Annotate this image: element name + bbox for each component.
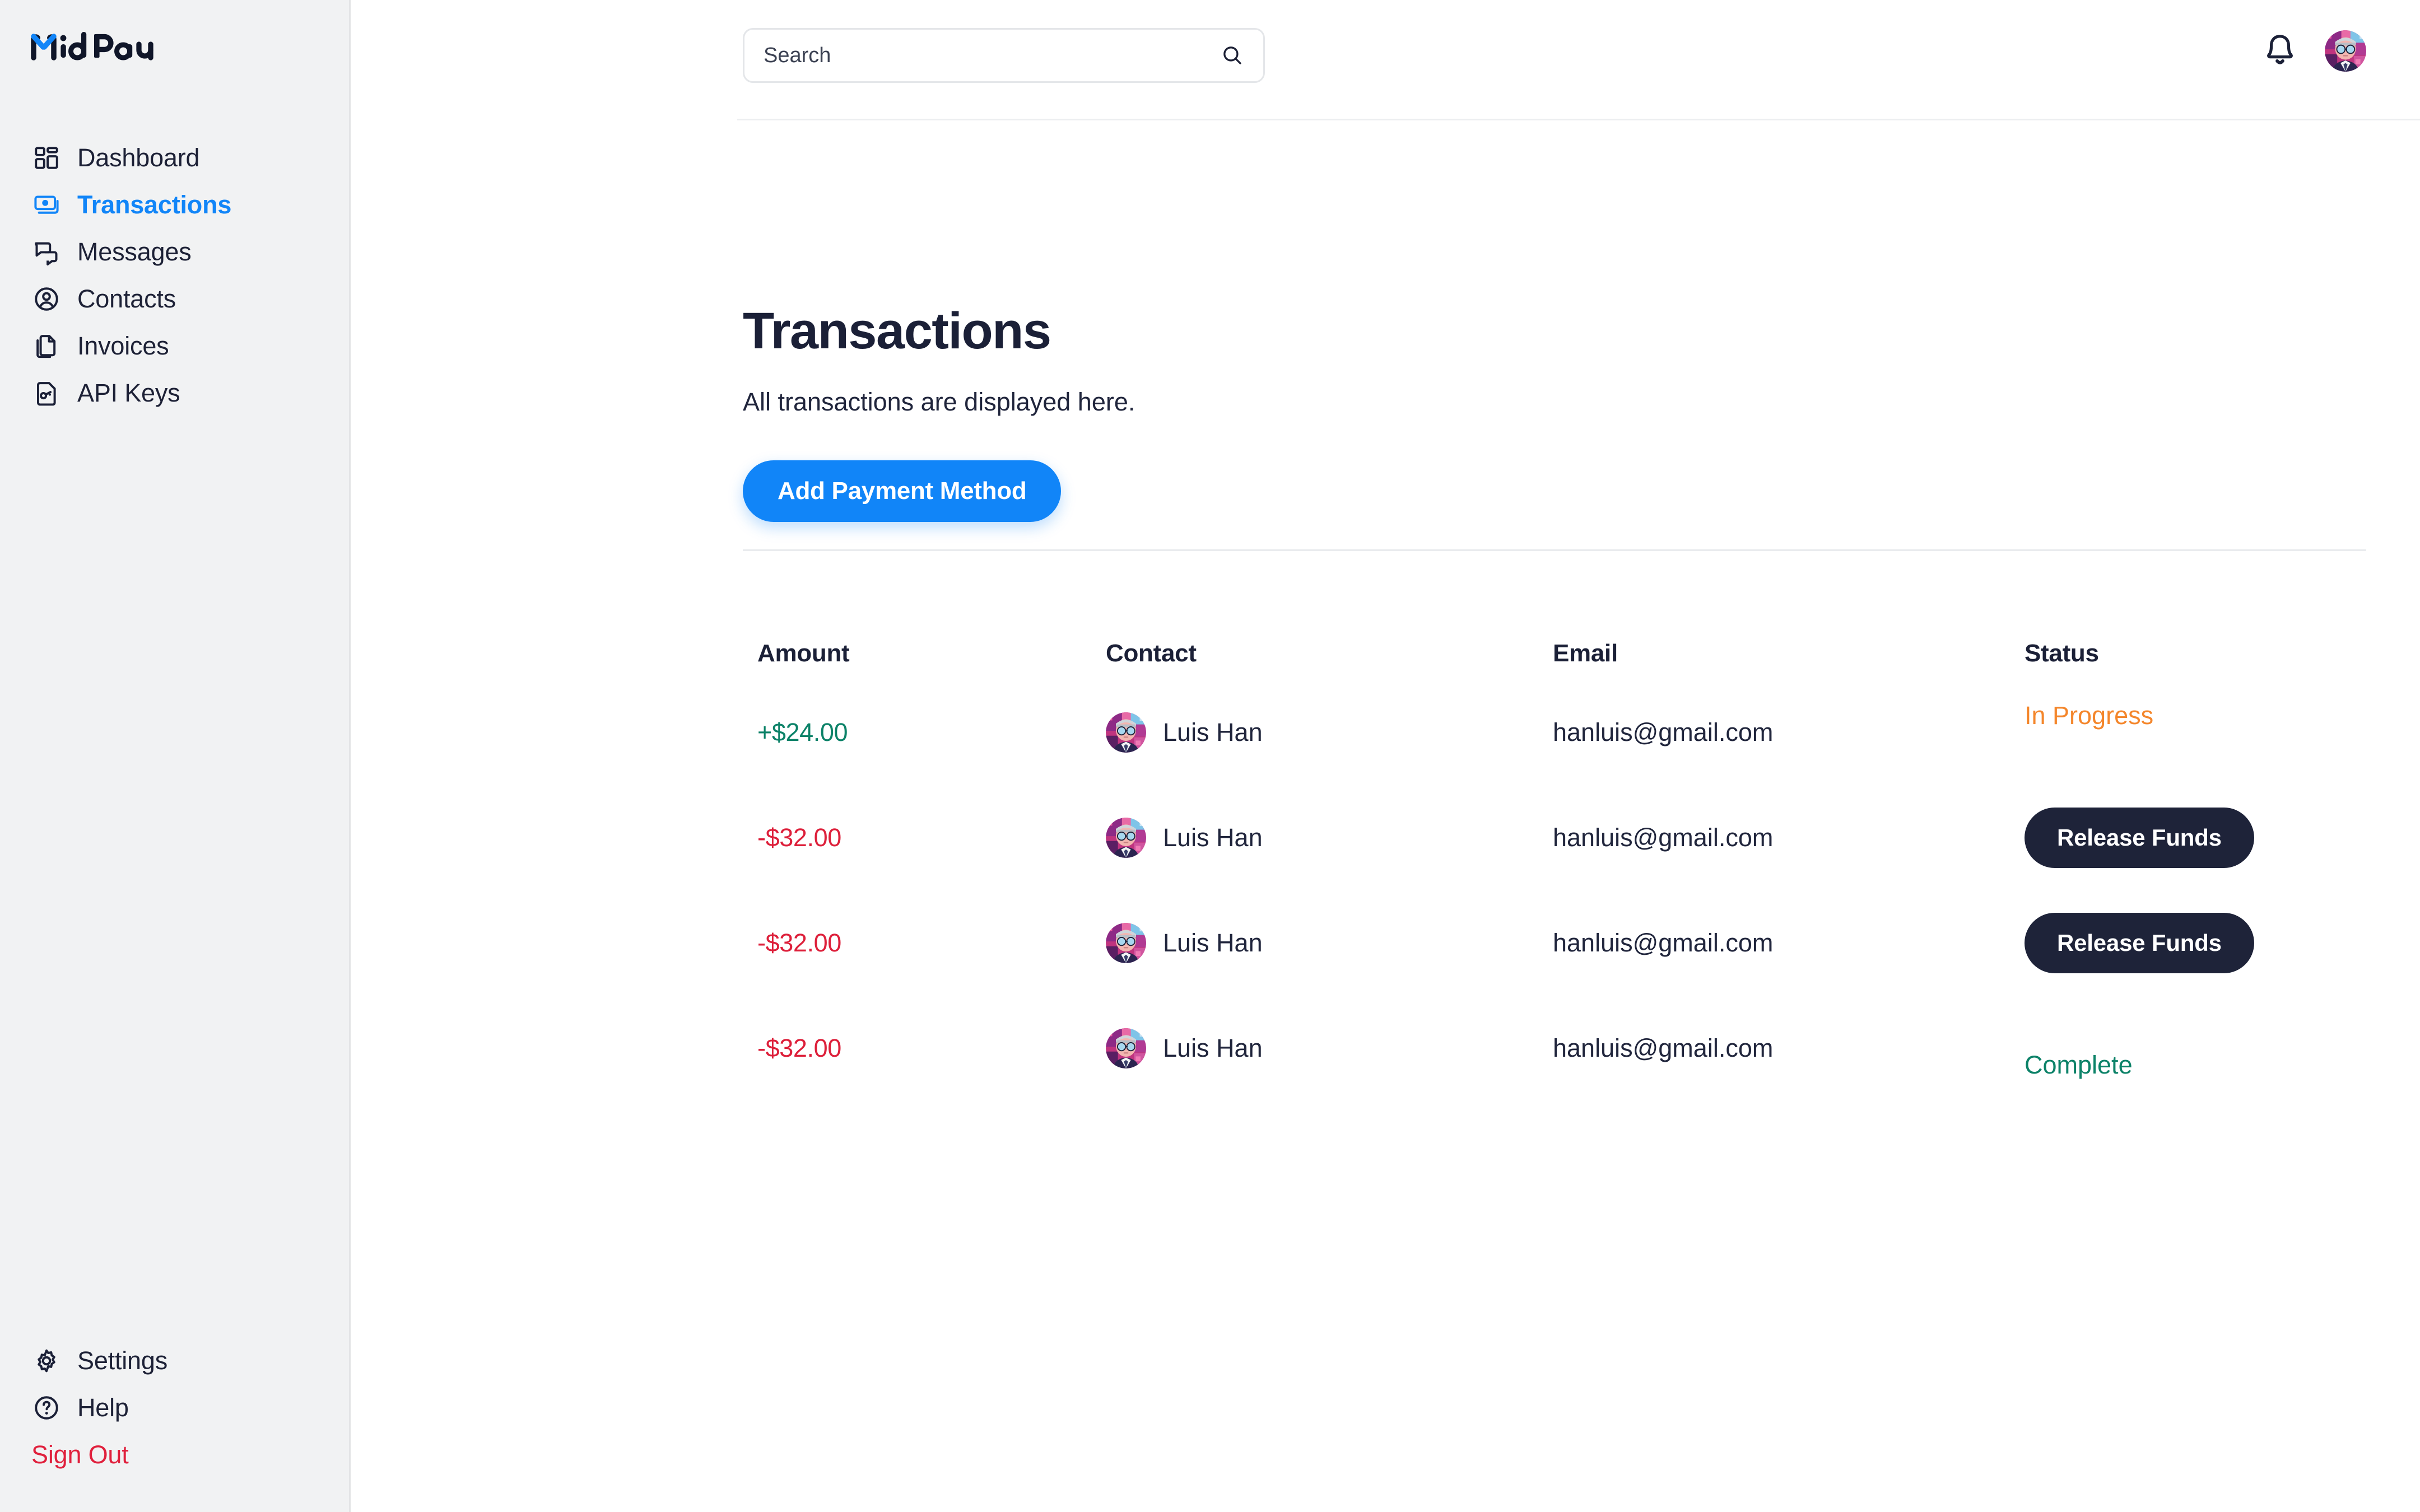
cell-contact: Luis Han [1106,680,1263,785]
sidebar-item-label: Help [77,1393,129,1422]
add-payment-method-button[interactable]: Add Payment Method [743,460,1062,522]
key-document-icon [31,378,62,408]
cell-status: Complete [2025,996,2133,1101]
gear-icon [31,1346,62,1376]
sidebar-item-label: Contacts [77,284,176,313]
cell-email: hanluis@gmail.com [1553,680,1773,785]
contact-avatar [1106,712,1146,753]
chat-icon [31,237,62,267]
content-divider [743,549,2366,551]
contact-email: hanluis@gmail.com [1553,928,1774,957]
sidebar-item-help[interactable]: Help [0,1384,351,1431]
sidebar-item-api-keys[interactable]: API Keys [0,370,351,417]
contact-name: Luis Han [1163,1034,1263,1062]
sidebar-item-dashboard[interactable]: Dashboard [0,134,351,181]
top-bar [351,0,2420,120]
contact-name: Luis Han [1163,823,1263,852]
cell-status: Release Funds [2025,890,2254,996]
status-badge: In Progress [2025,701,2154,730]
sidebar-primary-nav: Dashboard Transactions Messages Contacts [0,134,351,417]
cell-email: hanluis@gmail.com [1553,785,1773,890]
cell-amount: -$32.00 [757,890,841,996]
release-funds-button[interactable]: Release Funds [2025,913,2254,973]
banknote-icon [31,190,62,220]
contact-name: Luis Han [1163,718,1263,746]
contact-email: hanluis@gmail.com [1553,823,1774,852]
contact-email: hanluis@gmail.com [1553,718,1774,746]
column-header-status: Status [2025,640,2099,667]
user-avatar-icon [2325,30,2366,72]
sidebar-item-label: API Keys [77,379,180,407]
contact-avatar [1106,1028,1146,1068]
search-input[interactable] [764,43,1221,68]
cell-amount: -$32.00 [757,996,841,1101]
midpay-logo-icon [29,29,169,61]
column-header-amount: Amount [757,640,850,667]
sidebar-item-label: Invoices [77,332,169,360]
grid-icon [31,143,62,173]
app-logo[interactable] [29,27,169,63]
contact-avatar [1106,923,1146,963]
sidebar-item-transactions[interactable]: Transactions [0,181,351,228]
contact-avatar [1106,818,1146,858]
cell-contact: Luis Han [1106,996,1263,1101]
table-header-row: Amount Contact Email Status [351,613,2420,680]
sidebar-item-label: Settings [77,1346,167,1375]
cell-amount: -$32.00 [757,785,841,890]
documents-icon [31,331,62,361]
user-avatar[interactable] [2325,30,2366,72]
bell-icon [2261,31,2298,71]
transaction-amount: -$32.00 [757,1034,841,1062]
top-bar-actions [2260,30,2366,72]
page-title: Transactions [743,302,1051,360]
sidebar-item-label: Messages [77,237,192,266]
cell-email: hanluis@gmail.com [1553,890,1773,996]
transaction-amount: -$32.00 [757,823,841,852]
contact-email: hanluis@gmail.com [1553,1034,1774,1062]
table-row: +$24.00 Luis Han hanluis@gmail.com In Pr… [351,680,2420,785]
transaction-amount: +$24.00 [757,718,848,746]
search-box[interactable] [743,28,1265,83]
sidebar-item-settings[interactable]: Settings [0,1337,351,1384]
sidebar: Dashboard Transactions Messages Contacts [0,0,351,1512]
sidebar-item-label: Dashboard [77,143,200,172]
transactions-table: Amount Contact Email Status +$24.00 Luis… [351,613,2420,1101]
user-circle-icon [31,284,62,314]
page-subtitle: All transactions are displayed here. [743,388,1135,416]
sidebar-secondary-nav: Settings Help Sign Out [0,1337,351,1478]
contact-name: Luis Han [1163,928,1263,957]
search-icon[interactable] [1221,44,1244,67]
notifications-button[interactable] [2260,31,2300,71]
sidebar-item-sign-out[interactable]: Sign Out [0,1431,351,1478]
table-row: -$32.00 Luis Han hanluis@gmail.com [351,996,2420,1101]
sidebar-item-contacts[interactable]: Contacts [0,276,351,323]
sidebar-item-label: Sign Out [31,1440,129,1469]
cell-email: hanluis@gmail.com [1553,996,1773,1101]
cell-status: Release Funds [2025,785,2254,890]
cell-contact: Luis Han [1106,785,1263,890]
sidebar-item-label: Transactions [77,190,232,219]
cell-status: In Progress [2025,680,2153,785]
main-content: Transactions All transactions are displa… [351,0,2420,1512]
sidebar-item-invoices[interactable]: Invoices [0,323,351,370]
table-row: -$32.00 Luis Han hanluis@gmail.com [351,785,2420,890]
column-header-email: Email [1553,640,1618,667]
question-circle-icon [31,1393,62,1423]
cell-contact: Luis Han [1106,890,1263,996]
transaction-amount: -$32.00 [757,928,841,957]
status-badge: Complete [2025,1051,2133,1079]
sidebar-item-messages[interactable]: Messages [0,228,351,276]
release-funds-button[interactable]: Release Funds [2025,808,2254,868]
table-row: -$32.00 Luis Han hanluis@gmail.com [351,890,2420,996]
cell-amount: +$24.00 [757,680,848,785]
app-root: Dashboard Transactions Messages Contacts [0,0,2420,1512]
column-header-contact: Contact [1106,640,1197,667]
top-bar-divider [737,119,2420,120]
